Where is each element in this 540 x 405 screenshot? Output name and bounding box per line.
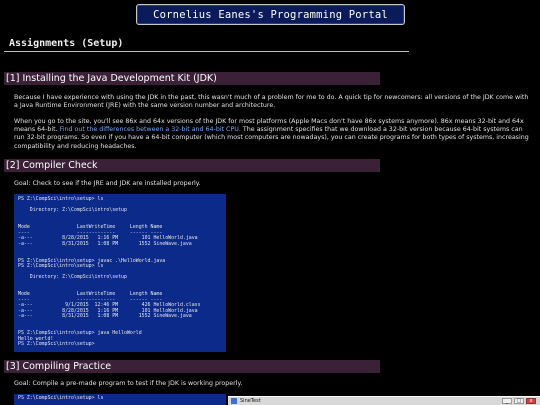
terminal-line: PS Z:\CompSci\intro\setup> (18, 341, 95, 348)
window-title: SineTest (240, 398, 261, 404)
portal-title: Cornelius Eanes's Programming Portal (136, 4, 405, 25)
cpu-differences-link[interactable]: Find out the differences between a 32-bi… (60, 126, 241, 133)
close-button[interactable]: x (526, 398, 536, 404)
sinetest-window-titlebar[interactable]: SineTest _ □ x (228, 396, 540, 405)
maximize-button[interactable]: □ (514, 398, 524, 404)
minimize-button[interactable]: _ (502, 398, 512, 404)
section-1-paragraph-2: When you go to the site, you'll see 86x … (14, 118, 530, 151)
powershell-terminal-screenshot-2: PS Z:\CompSci\intro\setup> ls (14, 394, 226, 405)
powershell-terminal-screenshot: PS Z:\CompSci\intro\setup> ls Directory:… (14, 194, 226, 352)
terminal-line: -a--- 8/31/2015 1:08 PM 1552 SineWave.ja… (18, 240, 192, 247)
section-3-header: [3] Compiling Practice (4, 360, 380, 373)
section-2-header: [2] Compiler Check (4, 159, 380, 172)
page-heading: Assignments (Setup) (9, 38, 124, 49)
section-1-paragraph-1: Because I have experience with using the… (14, 94, 529, 110)
section-2-goal: Goal: Check to see if the JRE and JDK ar… (14, 180, 201, 187)
terminal-line: PS Z:\CompSci\intro\setup> ls (18, 395, 104, 401)
section-2-title: [2] Compiler Check (6, 160, 98, 171)
heading-divider (4, 51, 409, 52)
section-1-title: [1] Installing the Java Development Kit … (6, 73, 217, 84)
terminal-line: -a--- 8/31/2015 1:08 PM 1552 SineWave.ja… (18, 313, 192, 320)
java-app-icon (231, 398, 237, 404)
section-3-goal: Goal: Compile a pre-made program to test… (14, 380, 243, 387)
section-3-title: [3] Compiling Practice (6, 361, 112, 372)
section-1-header: [1] Installing the Java Development Kit … (4, 72, 380, 85)
